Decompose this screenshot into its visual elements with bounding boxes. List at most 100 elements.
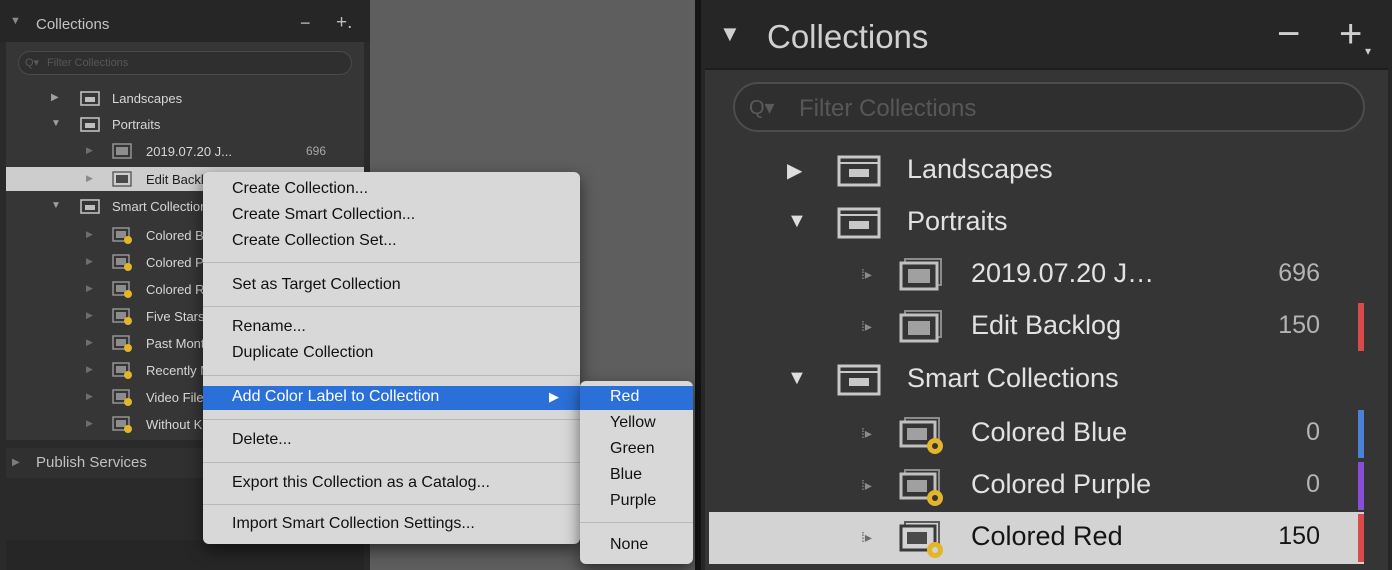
color-option-red[interactable]: Red	[580, 386, 693, 410]
collapsed-triangle-icon[interactable]: ⁞▸	[861, 266, 872, 283]
expanded-triangle-icon[interactable]: ▼	[10, 15, 21, 27]
menu-add-color-label[interactable]: Add Color Label to Collection ▶	[203, 386, 580, 410]
right-panel-zoomed: ▼ Collections − + ▾ Q▾ Filter Collection…	[701, 0, 1392, 570]
right-row-smart-collections[interactable]: ▼ Smart Collections	[709, 354, 1364, 406]
collapsed-triangle-icon[interactable]: ▶	[86, 391, 93, 402]
purple-color-label	[1358, 462, 1364, 510]
collapsed-triangle-icon[interactable]: ▶	[86, 256, 93, 267]
expanded-triangle-icon[interactable]: ▼	[787, 367, 807, 390]
collapsed-triangle-icon[interactable]: ⁞▸	[861, 318, 872, 335]
row-label: Landscapes	[112, 91, 183, 106]
menu-separator	[203, 419, 580, 420]
row-count: 150	[1278, 522, 1320, 550]
publish-services-title: Publish Services	[36, 454, 147, 471]
dropdown-indicator-icon: ▾	[1365, 44, 1372, 58]
right-row-colored-red[interactable]: ⁞▸ Colored Red 150	[709, 512, 1364, 564]
filter-collections-search[interactable]: Q▾ Filter Collections	[733, 82, 1365, 132]
collapsed-triangle-icon[interactable]: ▶	[86, 229, 93, 240]
collapsed-triangle-icon[interactable]: ▶	[86, 145, 93, 156]
menu-delete[interactable]: Delete...	[232, 431, 292, 449]
remove-collection-button[interactable]: −	[1277, 12, 1300, 57]
filter-collections-search[interactable]: Q▾ Filter Collections	[18, 51, 352, 75]
menu-import-smart-settings[interactable]: Import Smart Collection Settings...	[232, 515, 475, 533]
menu-separator	[580, 522, 693, 523]
collapsed-triangle-icon[interactable]: ⁞▸	[861, 477, 872, 494]
color-option-yellow[interactable]: Yellow	[610, 414, 656, 432]
collapsed-triangle-icon[interactable]: ▶	[787, 158, 802, 183]
menu-separator	[203, 306, 580, 307]
collapsed-triangle-icon[interactable]: ⁞▸	[861, 425, 872, 442]
right-row-2019-collection[interactable]: ⁞▸ 2019.07.20 J… 696	[709, 249, 1364, 301]
row-label: Past Month	[146, 336, 204, 351]
collections-title: Collections	[36, 16, 110, 33]
row-label: Colored Purple	[971, 469, 1152, 499]
collection-set-icon	[837, 155, 881, 187]
row-label: Without Keywords	[146, 417, 204, 432]
collapsed-triangle-icon[interactable]: ▶	[86, 337, 93, 348]
expanded-triangle-icon[interactable]: ▼	[719, 21, 741, 47]
menu-duplicate-collection[interactable]: Duplicate Collection	[232, 344, 373, 362]
expanded-triangle-icon[interactable]: ▼	[51, 200, 61, 211]
row-label: Edit Backlog	[971, 310, 1122, 340]
menu-set-target-collection[interactable]: Set as Target Collection	[232, 276, 401, 294]
collapsed-triangle-icon[interactable]: ▶	[86, 364, 93, 375]
collapsed-triangle-icon[interactable]: ▶	[86, 173, 93, 184]
smart-collection-icon	[112, 227, 132, 244]
row-label: Colored Blue	[146, 228, 204, 243]
menu-separator	[203, 462, 580, 463]
search-placeholder: Filter Collections	[799, 95, 977, 122]
menu-create-collection[interactable]: Create Collection...	[232, 180, 368, 198]
color-option-purple[interactable]: Purple	[610, 492, 656, 510]
smart-collection-icon	[899, 469, 943, 506]
right-row-landscapes[interactable]: ▶ Landscapes	[709, 145, 1364, 197]
menu-export-catalog[interactable]: Export this Collection as a Catalog...	[232, 474, 490, 492]
color-option-none[interactable]: None	[610, 536, 648, 554]
blue-color-label	[1358, 410, 1364, 458]
right-row-edit-backlog[interactable]: ⁞▸ Edit Backlog 150	[709, 301, 1364, 353]
collapsed-triangle-icon[interactable]: ▶	[12, 457, 20, 468]
left-row-portraits[interactable]: ▼ Portraits	[6, 111, 364, 137]
collection-icon	[899, 310, 942, 343]
row-label: Colored Blue	[971, 417, 1128, 447]
smart-collection-icon	[112, 254, 132, 271]
expanded-triangle-icon[interactable]: ▼	[51, 118, 61, 129]
color-option-blue[interactable]: Blue	[610, 466, 642, 484]
row-label: Smart Collections	[907, 363, 1119, 393]
collapsed-triangle-icon[interactable]: ▶	[86, 283, 93, 294]
menu-rename[interactable]: Rename...	[232, 318, 306, 336]
add-collection-button[interactable]: +.	[336, 12, 352, 34]
left-row-2019-collection[interactable]: ▶ 2019.07.20 J... 696	[6, 138, 364, 164]
menu-create-smart-collection[interactable]: Create Smart Collection...	[232, 206, 415, 224]
add-collection-button[interactable]: +	[1339, 12, 1362, 57]
menu-create-collection-set[interactable]: Create Collection Set...	[232, 232, 397, 250]
menu-item-label: Add Color Label to Collection	[232, 388, 440, 405]
right-row-portraits[interactable]: ▼ Portraits	[709, 197, 1364, 249]
color-option-label: Red	[610, 388, 640, 405]
row-label: Smart Collections	[112, 199, 204, 214]
right-row-colored-purple[interactable]: ⁞▸ Colored Purple 0	[709, 460, 1364, 512]
right-row-colored-blue[interactable]: ⁞▸ Colored Blue 0	[709, 408, 1364, 460]
collapsed-triangle-icon[interactable]: ▶	[86, 310, 93, 321]
search-icon: Q▾	[25, 57, 40, 69]
color-option-green[interactable]: Green	[610, 440, 654, 458]
menu-separator	[203, 504, 580, 505]
row-label: Portraits	[907, 206, 1008, 236]
row-label: 2019.07.20 J…	[971, 258, 1155, 288]
left-row-landscapes[interactable]: ▶ Landscapes	[6, 85, 364, 111]
collection-set-icon	[80, 117, 100, 132]
expanded-triangle-icon[interactable]: ▼	[787, 210, 807, 233]
collections-header[interactable]: ▼ Collections − +.	[0, 0, 370, 42]
row-label: Landscapes	[907, 154, 1053, 184]
menu-separator	[203, 262, 580, 263]
smart-collection-icon	[899, 417, 943, 454]
collapsed-triangle-icon[interactable]: ⁞▸	[861, 529, 872, 546]
menu-separator	[203, 375, 580, 376]
remove-collection-button[interactable]: −	[300, 13, 311, 34]
smart-collection-icon	[112, 281, 132, 298]
collection-set-icon	[80, 91, 100, 106]
row-label: Edit Backlog	[146, 172, 204, 187]
collections-header[interactable]: ▼ Collections − + ▾	[701, 0, 1392, 68]
collapsed-triangle-icon[interactable]: ▶	[86, 418, 93, 429]
collapsed-triangle-icon[interactable]: ▶	[51, 92, 59, 103]
row-count: 696	[306, 144, 327, 158]
